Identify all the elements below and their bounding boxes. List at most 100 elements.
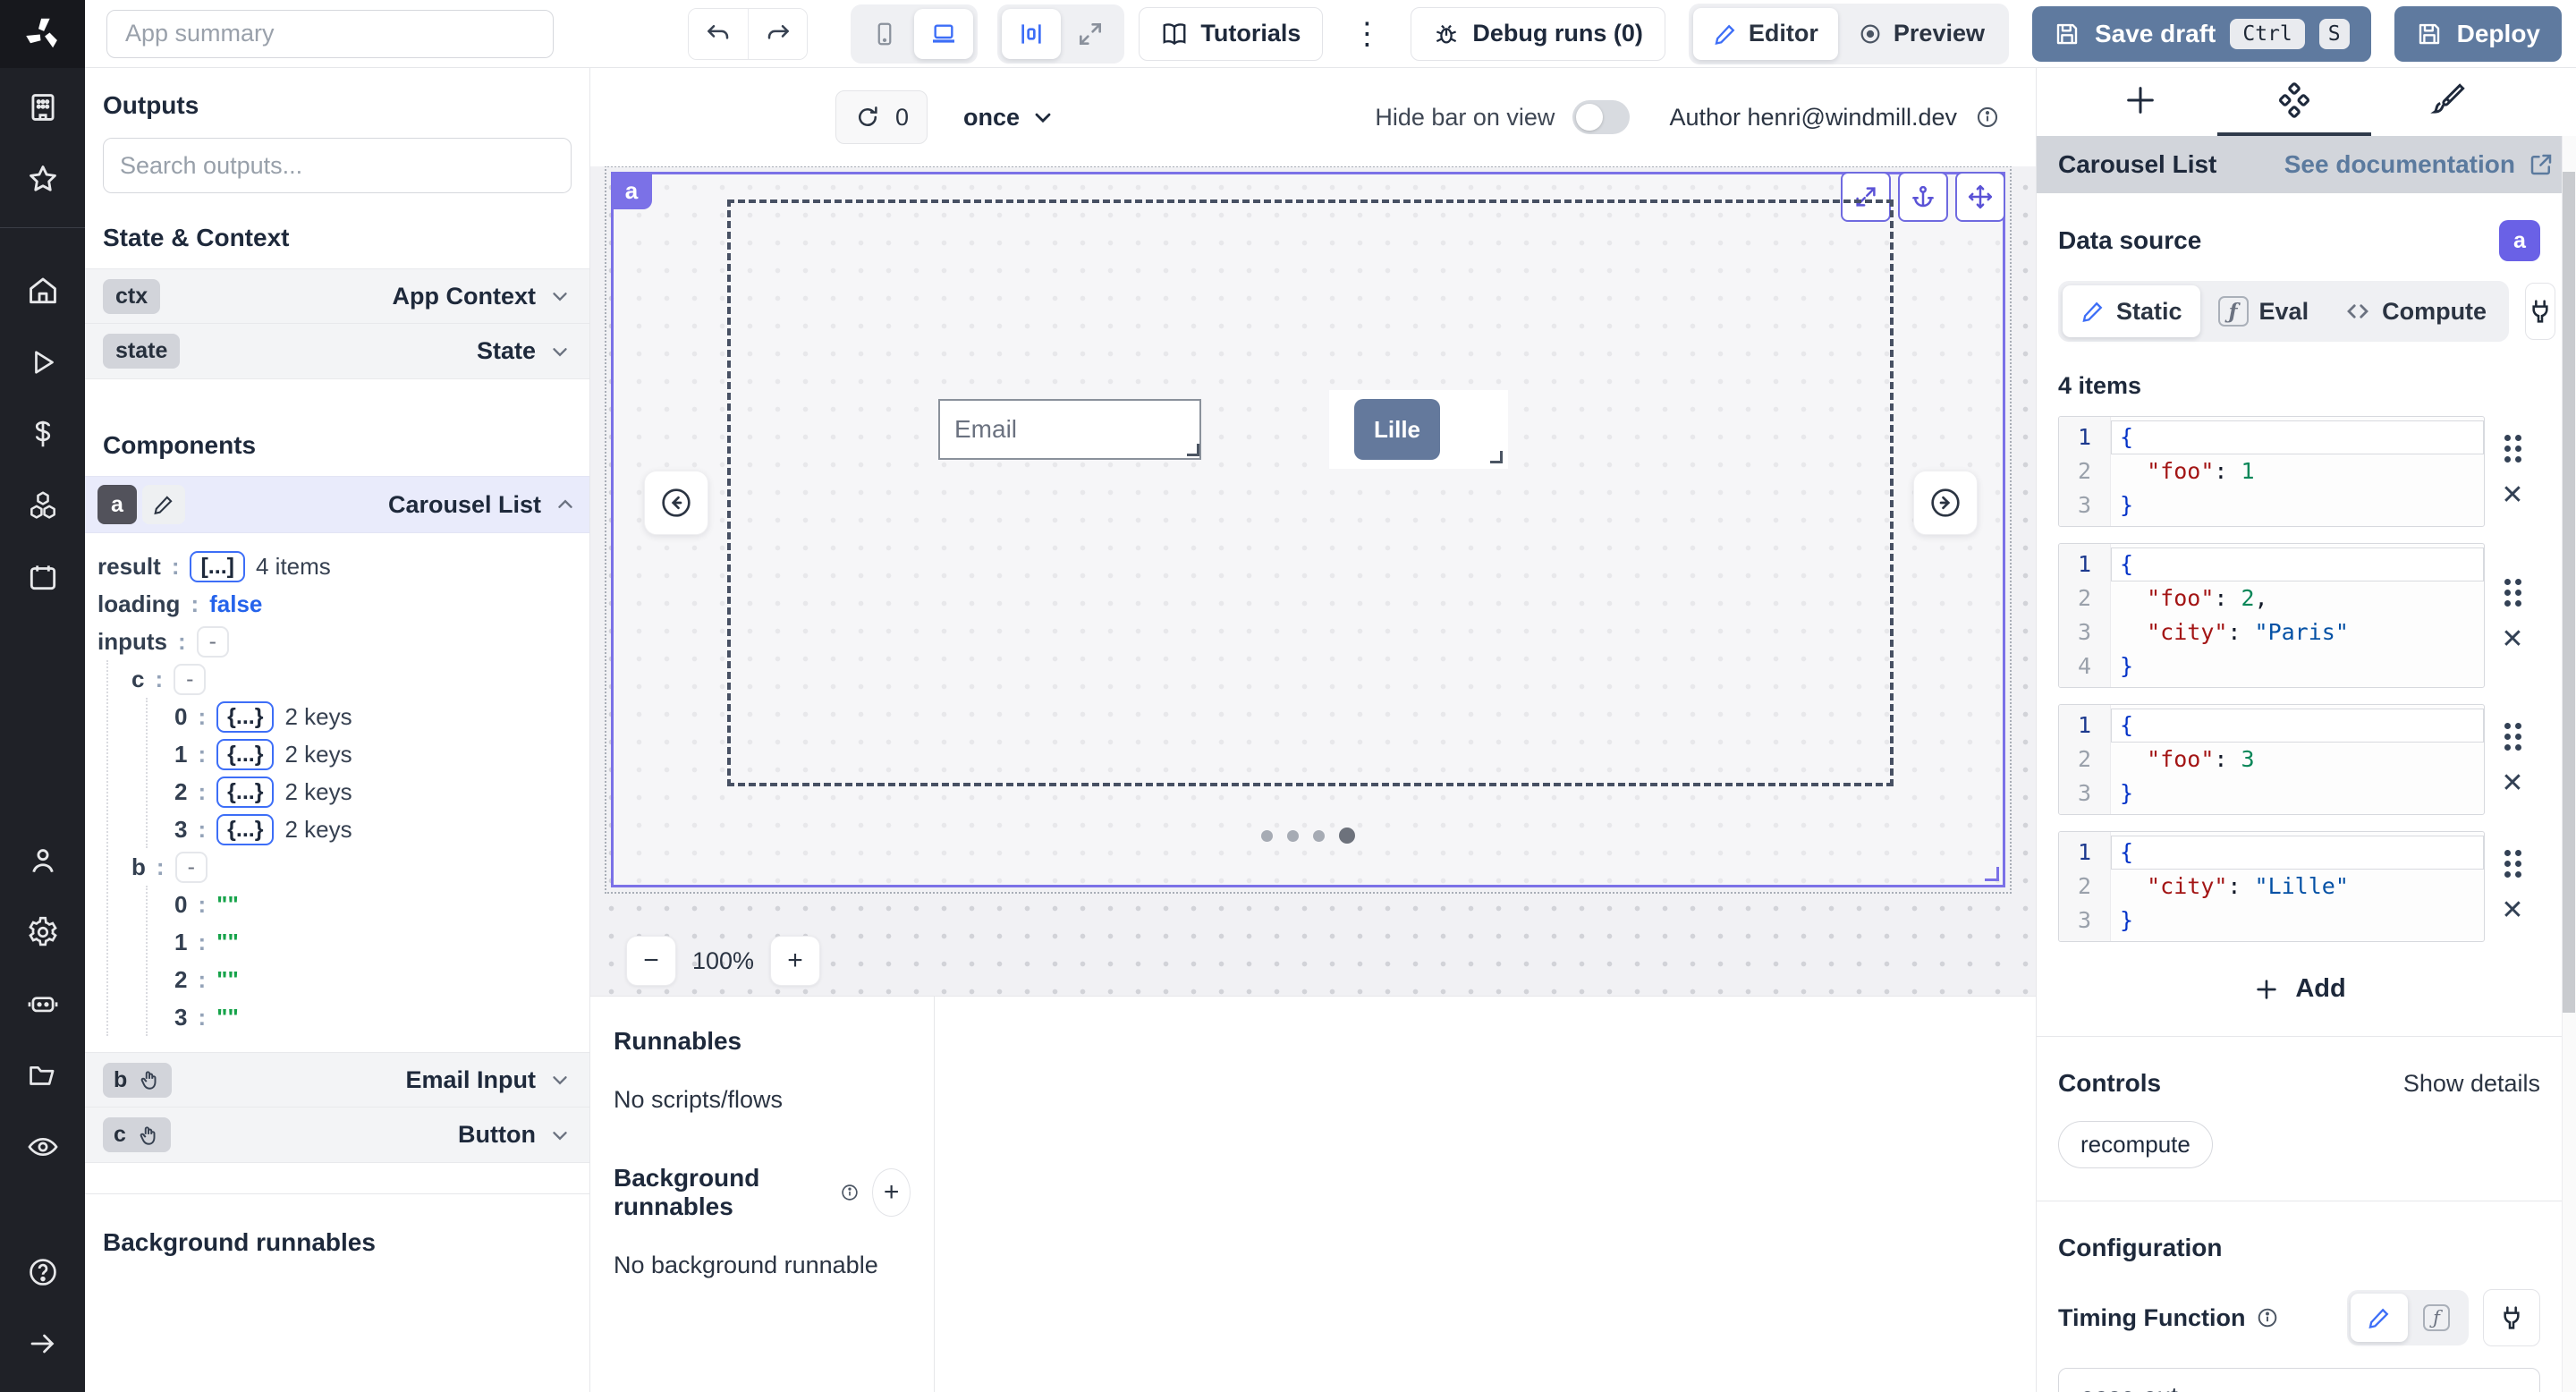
email-input-component-row[interactable]: b Email Input <box>85 1052 589 1108</box>
json-editor[interactable]: 123{ "foo": 1} <box>2058 416 2485 527</box>
scrollbar-thumb[interactable] <box>2563 172 2575 1013</box>
schedule-dropdown[interactable]: once <box>963 104 1055 132</box>
add-item-button[interactable]: Add <box>2252 974 2345 1004</box>
save-draft-button[interactable]: Save draft Ctrl S <box>2032 6 2371 62</box>
timing-eval-button[interactable]: ƒ <box>2408 1294 2465 1342</box>
static-mode-button[interactable]: Static <box>2063 285 2200 337</box>
see-documentation-link[interactable]: See documentation <box>2284 150 2555 179</box>
remove-item-icon[interactable]: ✕ <box>2501 482 2523 509</box>
folders-icon[interactable] <box>0 1043 85 1108</box>
search-outputs-input[interactable] <box>103 138 572 193</box>
json-editor[interactable]: 123{ "city": "Lille"} <box>2058 831 2485 942</box>
expand-object-chip[interactable]: {...} <box>216 777 274 808</box>
resources-icon[interactable] <box>0 473 85 538</box>
connect-timing-button[interactable] <box>2483 1289 2540 1346</box>
visibility-icon[interactable] <box>0 1115 85 1179</box>
debug-runs-button[interactable]: Debug runs (0) <box>1411 7 1665 61</box>
collapse-chip[interactable]: - <box>175 852 208 883</box>
show-details-link[interactable]: Show details <box>2403 1070 2540 1098</box>
full-width-button[interactable] <box>1061 9 1120 59</box>
carousel-dot[interactable] <box>1313 830 1325 842</box>
carousel-dot[interactable] <box>1261 830 1273 842</box>
json-editor[interactable]: 1234{ "foo": 2, "city": "Paris"} <box>2058 543 2485 688</box>
info-icon[interactable] <box>840 1180 860 1205</box>
resize-handle[interactable] <box>1490 451 1503 463</box>
drag-handle-icon[interactable] <box>2504 723 2521 751</box>
redo-button[interactable] <box>748 9 807 59</box>
remove-item-icon[interactable]: ✕ <box>2501 626 2523 653</box>
zoom-in-button[interactable]: + <box>770 936 820 986</box>
help-icon[interactable] <box>0 1240 85 1304</box>
schedules-icon[interactable] <box>0 545 85 609</box>
expand-object-chip[interactable]: {...} <box>216 814 274 845</box>
editor-tab[interactable]: Editor <box>1693 8 1838 60</box>
email-input-component[interactable] <box>938 399 1201 460</box>
desktop-view-button[interactable] <box>914 9 973 59</box>
collapse-chip[interactable]: - <box>197 626 229 658</box>
tab-styling[interactable] <box>2371 68 2525 136</box>
ai-assistant-icon[interactable] <box>0 972 85 1036</box>
timing-function-select[interactable]: ease-out <box>2058 1368 2540 1392</box>
settings-icon[interactable] <box>0 900 85 964</box>
chevron-down-icon[interactable] <box>548 1124 572 1147</box>
expand-object-chip[interactable]: {...} <box>216 739 274 770</box>
mobile-view-button[interactable] <box>855 9 914 59</box>
deploy-button[interactable]: Deploy <box>2394 6 2562 62</box>
canvas-resize-handle[interactable] <box>1985 867 1999 881</box>
tutorials-button[interactable]: Tutorials <box>1139 7 1323 61</box>
carousel-dot[interactable] <box>1287 830 1299 842</box>
panel-scrollbar[interactable] <box>2562 136 2576 1392</box>
timing-static-button[interactable] <box>2351 1294 2408 1342</box>
anchor-component-button[interactable] <box>1898 172 1948 222</box>
carousel-item-container[interactable] <box>727 199 1894 786</box>
more-menu-button[interactable]: ⋮ <box>1346 19 1387 49</box>
carousel-next-button[interactable] <box>1913 471 1978 535</box>
runs-icon[interactable] <box>0 330 85 395</box>
refresh-button[interactable]: 0 <box>835 90 928 144</box>
chevron-up-icon[interactable] <box>554 493 577 516</box>
carousel-dots[interactable] <box>614 828 2003 844</box>
drag-handle-icon[interactable] <box>2504 850 2521 878</box>
undo-button[interactable] <box>689 9 748 59</box>
json-editor[interactable]: 123{ "foo": 3} <box>2058 704 2485 815</box>
lille-button-component[interactable]: Lille <box>1354 399 1440 460</box>
compute-mode-button[interactable]: Compute <box>2326 285 2504 337</box>
chevron-down-icon[interactable] <box>548 284 572 308</box>
preview-tab[interactable]: Preview <box>1838 8 2004 60</box>
zoom-out-button[interactable]: − <box>626 936 676 986</box>
home-icon[interactable] <box>0 259 85 323</box>
variables-icon[interactable] <box>0 402 85 466</box>
chevron-down-icon[interactable] <box>548 340 572 363</box>
button-component-row[interactable]: c Button <box>85 1108 589 1163</box>
info-icon[interactable] <box>2256 1306 2279 1329</box>
expand-object-chip[interactable]: {...} <box>216 701 274 733</box>
center-content-button[interactable] <box>1002 9 1061 59</box>
remove-item-icon[interactable]: ✕ <box>2501 770 2523 797</box>
carousel-prev-button[interactable] <box>644 471 708 535</box>
resize-handle[interactable] <box>1187 444 1199 456</box>
collapse-sidebar-icon[interactable] <box>0 1311 85 1376</box>
users-icon[interactable] <box>0 828 85 893</box>
app-canvas[interactable]: a <box>611 172 2005 887</box>
favorites-icon[interactable] <box>0 147 85 211</box>
hide-bar-toggle[interactable] <box>1572 100 1630 134</box>
collapse-chip[interactable]: - <box>174 664 206 695</box>
remove-item-icon[interactable]: ✕ <box>2501 897 2523 924</box>
drag-handle-icon[interactable] <box>2504 579 2521 607</box>
selected-component-tag[interactable]: a <box>611 172 652 209</box>
tab-insert-component[interactable] <box>2063 68 2217 136</box>
app-summary-input[interactable] <box>106 10 554 58</box>
info-icon[interactable] <box>1975 105 2000 130</box>
eval-mode-button[interactable]: ƒ Eval <box>2200 285 2327 337</box>
carousel-component-row[interactable]: a Carousel List <box>85 476 589 533</box>
recompute-pill[interactable]: recompute <box>2058 1121 2213 1168</box>
ctx-row[interactable]: ctx App Context <box>85 268 589 324</box>
state-row[interactable]: state State <box>85 324 589 379</box>
connect-input-button[interactable] <box>2525 283 2555 340</box>
drag-handle-icon[interactable] <box>2504 435 2521 463</box>
tab-component-settings[interactable] <box>2217 68 2371 136</box>
windmill-logo[interactable] <box>0 0 85 68</box>
move-component-button[interactable] <box>1955 172 2005 222</box>
edit-id-icon[interactable] <box>142 485 185 524</box>
workspace-icon[interactable] <box>0 75 85 140</box>
